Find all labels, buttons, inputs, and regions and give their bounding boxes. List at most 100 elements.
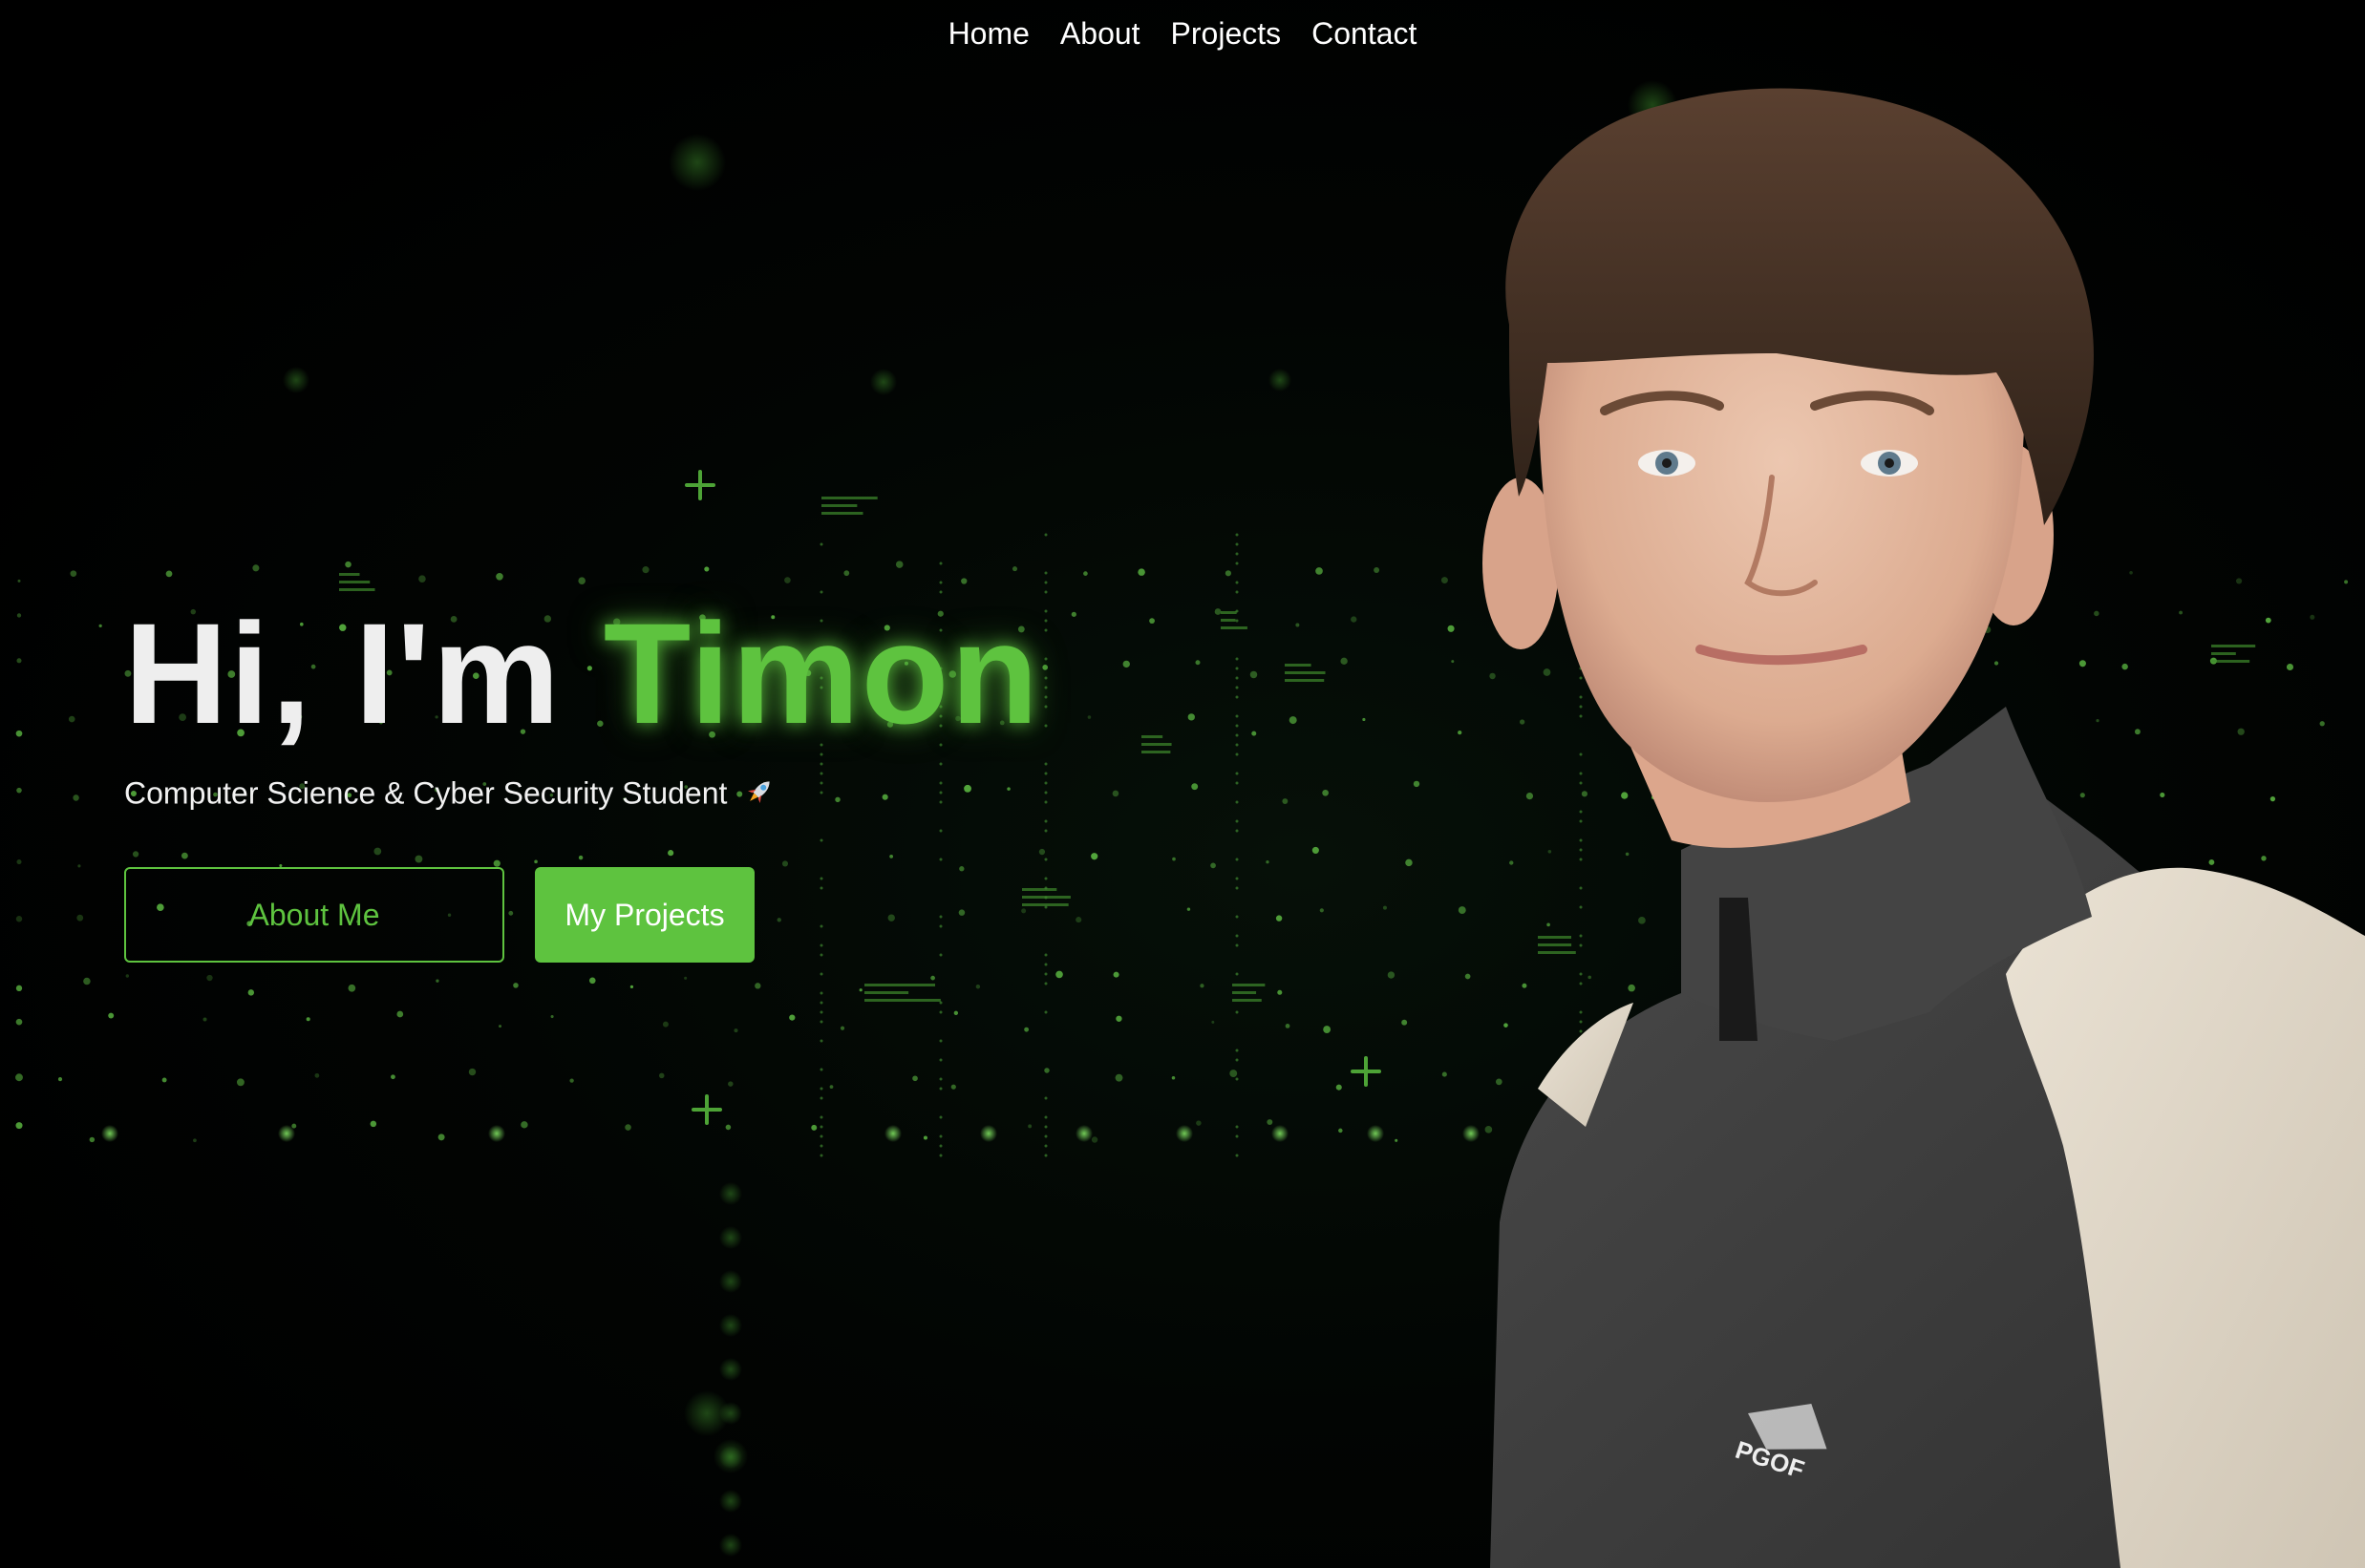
particle-dot [1200,984,1204,988]
column-glow [719,1446,742,1469]
stream-dot [1044,800,1048,804]
particle-glow [488,1125,505,1142]
particle-dot [843,570,850,577]
nav-link-about[interactable]: About [1060,16,1140,52]
particle-dot [1091,1136,1098,1143]
particle-dot [1275,915,1283,922]
particle-dot [550,1014,554,1019]
nav-link-contact[interactable]: Contact [1311,16,1417,52]
particle-dot [236,1078,245,1087]
about-me-button[interactable]: About Me [124,867,504,963]
stream-dot [1235,667,1239,670]
stream-dot [1044,1154,1048,1157]
particle-dot [1138,568,1145,576]
particle-dot [16,859,22,865]
particle-dot [16,658,22,664]
particle-dot [1211,1020,1215,1024]
stream-dot [820,1125,823,1129]
particle-dot [1401,1019,1408,1026]
particle-dot [1277,989,1283,995]
code-dash [339,573,360,576]
particle-dot [1187,713,1195,721]
particle-dot [923,1135,927,1140]
particle-dot [789,1014,796,1021]
stream-dot [1235,657,1239,661]
column-glow [719,1182,742,1205]
stream-dot [939,1087,943,1091]
stream-dot [1235,686,1239,689]
my-projects-button[interactable]: My Projects [535,867,755,963]
particle-dot [1266,860,1269,864]
rocket-icon [743,775,776,816]
stream-dot [820,1144,823,1148]
stream-dot [820,972,823,976]
stream-dot [1044,686,1048,689]
particle-dot [70,570,77,577]
particle-dot [1323,1026,1332,1033]
stream-dot [939,1154,943,1157]
particle-dot [1335,1084,1342,1091]
stream-dot [939,1058,943,1062]
particle-dot [314,1072,320,1078]
stream-dot [1044,772,1048,775]
particle-dot [15,1018,23,1026]
column-glow [719,1490,742,1513]
particle-dot [1251,731,1257,736]
particle-dot [1071,611,1076,617]
particle-dot [15,985,23,992]
particle-dot [15,1073,23,1082]
code-dash [1141,735,1163,738]
particle-dot [961,578,968,584]
code-dash [1232,999,1262,1002]
stream-dot [1235,695,1239,699]
particle-dot [499,1025,502,1028]
stream-dot [1235,552,1239,556]
nav-link-home[interactable]: Home [948,16,1030,52]
particle-dot [1295,623,1300,627]
particle-dot [578,577,586,584]
particle-dot [895,561,904,568]
particle-dot [202,1017,207,1022]
stream-dot [1044,972,1048,976]
particle-dot [17,579,21,583]
particle-dot [57,1077,63,1082]
stream-dot [1235,1058,1239,1062]
particle-dot [912,1075,918,1082]
stream-dot [1044,609,1048,613]
stream-dot [1235,781,1239,785]
stream-dot [1235,934,1239,938]
particle-dot [684,976,688,980]
particle-dot [1042,665,1049,670]
hero-buttons: About Me My Projects [124,867,1040,963]
particle-dot [1315,567,1323,575]
stream-dot [1235,724,1239,728]
particle-dot [15,730,23,737]
code-dash [1141,751,1171,753]
stream-dot [820,991,823,995]
particle-dot [1076,917,1082,923]
stream-dot [820,1096,823,1100]
particle-dot [16,613,22,618]
particle-dot [437,1134,445,1141]
particle-dot [1113,971,1119,978]
column-glow [719,1534,742,1557]
code-dash [1232,984,1266,986]
stream-dot [1235,1125,1239,1129]
particle-dot [1351,616,1357,623]
particle-dot [89,1136,96,1143]
nav-link-projects[interactable]: Projects [1171,16,1282,52]
particle-dot [1214,608,1222,615]
stream-dot [1044,877,1048,880]
particle-dot [953,1010,959,1016]
particle-dot [1087,715,1092,719]
stream-dot [1044,1134,1048,1138]
page: Home About Projects Contact Hi, I'm Timo… [0,0,2365,1568]
column-glow [719,1226,742,1249]
stream-dot [939,1077,943,1081]
particle-dot [521,1121,528,1129]
particle-dot [370,1120,377,1128]
stream-dot [1235,714,1239,718]
stream-dot [1044,1115,1048,1119]
main-nav: Home About Projects Contact [0,0,2365,67]
particle-dot [418,575,426,583]
